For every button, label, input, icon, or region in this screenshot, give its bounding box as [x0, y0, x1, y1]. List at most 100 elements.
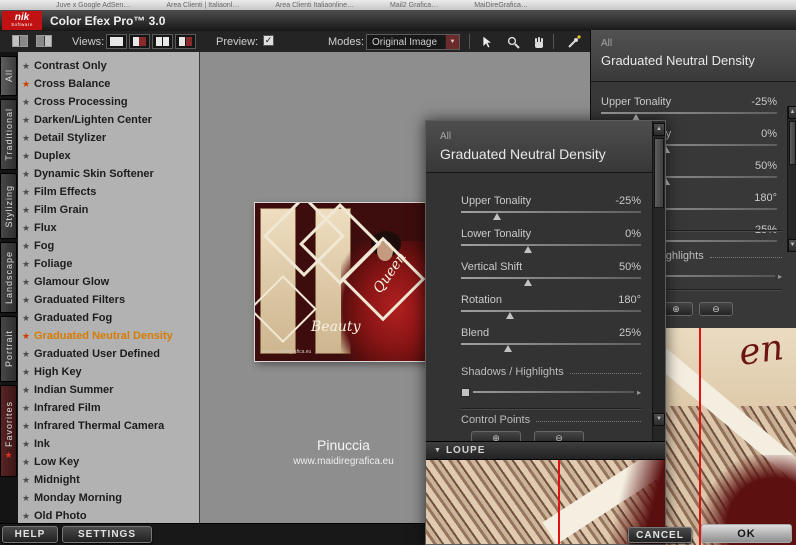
zoom-tool[interactable] — [504, 34, 522, 50]
slider-track[interactable] — [461, 243, 641, 255]
loupe-header[interactable]: ▼ LOUPE — [426, 441, 665, 460]
favorite-star-icon[interactable]: ★ — [18, 421, 34, 432]
layout-left-panel-icon[interactable] — [12, 35, 28, 47]
slider-thumb[interactable] — [461, 387, 470, 397]
tab-portrait[interactable]: Portrait — [0, 316, 17, 382]
expand-arrow-icon[interactable]: ▸ — [637, 388, 641, 397]
split-view-button[interactable] — [129, 34, 150, 49]
ok-button[interactable]: OK — [701, 524, 792, 543]
scroll-up-icon[interactable]: ▲ — [653, 123, 665, 136]
filter-low-key[interactable]: ★ Low Key — [18, 453, 199, 471]
favorite-star-icon[interactable]: ★ — [18, 439, 34, 450]
filter-contrast-only[interactable]: ★ Contrast Only — [18, 57, 199, 75]
slider-thumb[interactable] — [503, 345, 512, 352]
filter-ink[interactable]: ★ Ink — [18, 435, 199, 453]
favorite-star-icon[interactable]: ★ — [18, 79, 34, 90]
subtract-control-point-button[interactable]: ⊖ — [699, 302, 733, 316]
side-by-side-view-button[interactable] — [152, 34, 173, 49]
favorite-star-icon[interactable]: ★ — [18, 241, 34, 252]
filter-film-effects[interactable]: ★ Film Effects — [18, 183, 199, 201]
filter-infrared-thermal-camera[interactable]: ★ Infrared Thermal Camera — [18, 417, 199, 435]
filter-midnight[interactable]: ★ Midnight — [18, 471, 199, 489]
tab-all[interactable]: All — [0, 56, 17, 96]
modes-dropdown[interactable]: Original Image ▼ — [366, 34, 460, 50]
eyedropper-tool[interactable] — [561, 34, 587, 50]
filter-foliage[interactable]: ★ Foliage — [18, 255, 199, 273]
scrollbar-thumb[interactable] — [654, 138, 664, 208]
settings-button[interactable]: SETTINGS — [62, 526, 152, 543]
filter-film-grain[interactable]: ★ Film Grain — [18, 201, 199, 219]
hand-tool[interactable] — [529, 34, 547, 50]
filter-infrared-film[interactable]: ★ Infrared Film — [18, 399, 199, 417]
slider-track[interactable] — [473, 391, 634, 393]
favorite-star-icon[interactable]: ★ — [18, 187, 34, 198]
filter-monday-morning[interactable]: ★ Monday Morning — [18, 489, 199, 507]
browser-tab[interactable]: Juve x Google AdSen… — [56, 1, 130, 10]
filter-graduated-fog[interactable]: ★ Graduated Fog — [18, 309, 199, 327]
scroll-up-icon[interactable]: ▲ — [788, 106, 796, 119]
favorite-star-icon[interactable]: ★ — [18, 295, 34, 306]
filter-graduated-neutral-density[interactable]: ★ Graduated Neutral Density — [18, 327, 199, 345]
filter-dynamic-skin-softener[interactable]: ★ Dynamic Skin Softener — [18, 165, 199, 183]
tab-favorites[interactable]: Favorites ★ — [0, 385, 17, 477]
filter-preview-thumbnail[interactable]: en — [661, 328, 796, 545]
favorite-star-icon[interactable]: ★ — [18, 331, 34, 342]
favorite-star-icon[interactable]: ★ — [18, 457, 34, 468]
compare-view-button[interactable] — [175, 34, 196, 49]
favorite-star-icon[interactable]: ★ — [18, 97, 34, 108]
slider-track[interactable] — [461, 309, 641, 321]
slider-thumb[interactable] — [523, 246, 532, 253]
slider-track[interactable] — [461, 342, 641, 354]
slider-track[interactable] — [461, 276, 641, 288]
browser-tab[interactable]: Area Clienti | Italiaonl… — [166, 1, 239, 10]
filter-duplex[interactable]: ★ Duplex — [18, 147, 199, 165]
favorite-star-icon[interactable]: ★ — [18, 223, 34, 234]
cursor-tool[interactable] — [478, 34, 496, 50]
preview-checkbox[interactable]: ✓ — [263, 35, 274, 46]
filter-cross-balance[interactable]: ★ Cross Balance — [18, 75, 199, 93]
expand-arrow-icon[interactable]: ▸ — [778, 272, 782, 281]
scrollbar-thumb[interactable] — [789, 121, 796, 165]
tab-stylizing[interactable]: Stylizing — [0, 173, 17, 239]
tab-traditional[interactable]: Traditional — [0, 99, 17, 170]
favorite-star-icon[interactable]: ★ — [18, 259, 34, 270]
filter-fog[interactable]: ★ Fog — [18, 237, 199, 255]
filter-indian-summer[interactable]: ★ Indian Summer — [18, 381, 199, 399]
slider-thumb[interactable] — [493, 213, 501, 220]
slider-thumb[interactable] — [505, 312, 514, 319]
help-button[interactable]: HELP — [2, 526, 58, 543]
filter-flux[interactable]: ★ Flux — [18, 219, 199, 237]
favorite-star-icon[interactable]: ★ — [18, 277, 34, 288]
cancel-button[interactable]: CANCEL — [628, 527, 692, 543]
favorite-star-icon[interactable]: ★ — [18, 511, 34, 522]
favorite-star-icon[interactable]: ★ — [18, 133, 34, 144]
shadows-highlights-slider[interactable]: ▸ — [461, 387, 641, 397]
scroll-down-icon[interactable]: ▼ — [788, 239, 796, 252]
filter-cross-processing[interactable]: ★ Cross Processing — [18, 93, 199, 111]
filter-graduated-user-defined[interactable]: ★ Graduated User Defined — [18, 345, 199, 363]
filter-darken-lighten-center[interactable]: ★ Darken/Lighten Center — [18, 111, 199, 129]
single-view-button[interactable] — [106, 34, 127, 49]
filter-glamour-glow[interactable]: ★ Glamour Glow — [18, 273, 199, 291]
scroll-down-icon[interactable]: ▼ — [653, 413, 665, 426]
favorite-star-icon[interactable]: ★ — [18, 349, 34, 360]
browser-tab[interactable]: Area Clienti Italiaonline… — [275, 1, 354, 10]
favorite-star-icon[interactable]: ★ — [18, 169, 34, 180]
favorite-star-icon[interactable]: ★ — [18, 313, 34, 324]
favorite-star-icon[interactable]: ★ — [18, 475, 34, 486]
favorite-star-icon[interactable]: ★ — [18, 151, 34, 162]
browser-tab[interactable]: MaiDireGrafica… — [474, 1, 528, 10]
layout-right-panel-icon[interactable] — [36, 35, 52, 47]
browser-tab[interactable]: Mail2 Grafica… — [390, 1, 438, 10]
favorite-star-icon[interactable]: ★ — [18, 403, 34, 414]
favorite-star-icon[interactable]: ★ — [18, 493, 34, 504]
slider-thumb[interactable] — [523, 279, 532, 286]
tab-landscape[interactable]: Landscape — [0, 242, 17, 313]
favorite-star-icon[interactable]: ★ — [18, 115, 34, 126]
filter-detail-stylizer[interactable]: ★ Detail Stylizer — [18, 129, 199, 147]
filter-high-key[interactable]: ★ High Key — [18, 363, 199, 381]
favorite-star-icon[interactable]: ★ — [18, 61, 34, 72]
favorite-star-icon[interactable]: ★ — [18, 367, 34, 378]
panel-scrollbar[interactable]: ▲ ▼ — [787, 106, 796, 252]
dialog-scrollbar[interactable]: ▲ ▼ — [652, 121, 665, 441]
